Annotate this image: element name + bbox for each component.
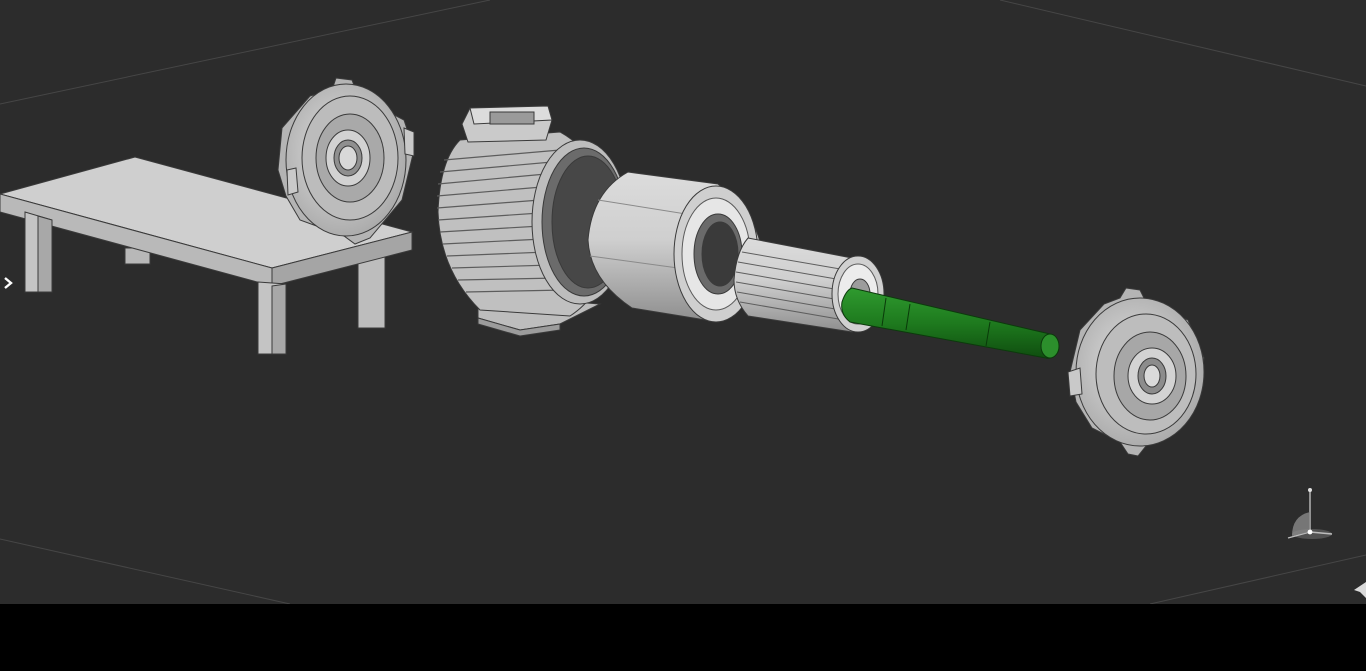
front-end-shield[interactable]	[1067, 287, 1205, 457]
exploded-assembly-scene[interactable]	[0, 0, 1366, 604]
bottom-black-bar	[0, 604, 1366, 671]
cad-application	[0, 0, 1366, 671]
corner-resize-handle[interactable]	[1352, 580, 1366, 598]
view-orientation-gizmo[interactable]	[1282, 486, 1336, 544]
stator-core[interactable]	[587, 171, 763, 323]
rotor-shaft[interactable]	[841, 287, 1060, 359]
panel-expand-button[interactable]	[0, 272, 16, 294]
axis-triad-icon	[1287, 488, 1333, 539]
3d-viewport[interactable]	[0, 0, 1366, 604]
chevron-right-icon	[4, 277, 13, 289]
resize-handle-icon	[1354, 582, 1366, 598]
